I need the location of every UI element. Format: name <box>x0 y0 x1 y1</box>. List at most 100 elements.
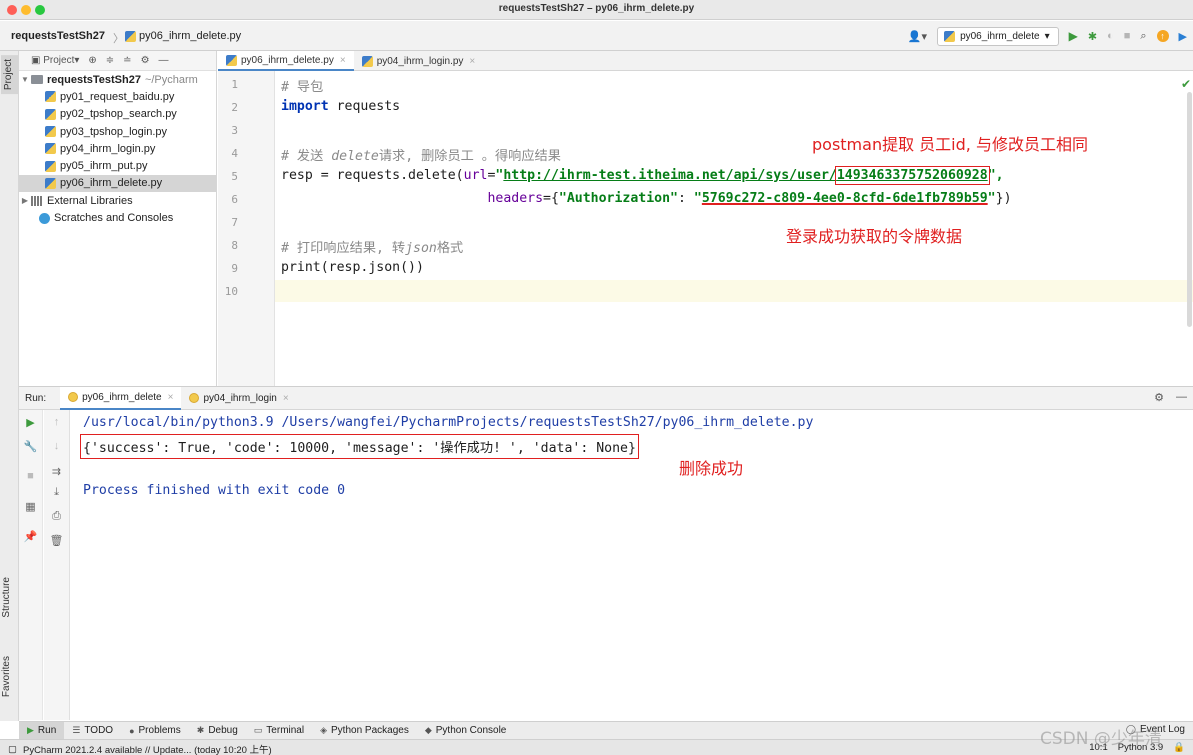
breadcrumb-file-label: py06_ihrm_delete.py <box>139 30 242 42</box>
locate-icon[interactable]: ⊕ <box>88 55 96 66</box>
python-file-icon <box>45 143 56 155</box>
chevron-down-icon[interactable]: ▼ <box>19 75 31 84</box>
collapse-all-icon[interactable]: ≐ <box>123 55 131 66</box>
watermark: CSDN @少年清 <box>1040 729 1162 749</box>
lock-icon[interactable]: 🔒 <box>1173 742 1185 753</box>
tree-root[interactable]: ▼ requestsTestSh27 ~/Pycharm <box>19 71 216 88</box>
debug-icon: ✱ <box>196 725 205 735</box>
status-panel-icon[interactable]: ▢ <box>8 744 17 755</box>
layout-icon[interactable]: ▦ <box>19 500 42 513</box>
favorites-tool-tab[interactable]: Favorites <box>1 656 12 697</box>
inspection-ok-icon[interactable]: ✔ <box>1181 77 1191 91</box>
code-line-2: import requests <box>281 99 401 114</box>
close-tab-icon[interactable]: × <box>168 392 174 403</box>
trash-icon[interactable]: 🗑 <box>44 534 69 547</box>
tab-todo[interactable]: ☰ TODO <box>64 722 121 739</box>
scroll-to-end-icon[interactable]: ⤓ <box>44 486 69 499</box>
external-libraries-label: External Libraries <box>47 194 133 207</box>
breadcrumb-project[interactable]: requestsTestSh27 <box>11 30 105 42</box>
code-line-9: print(resp.json()) <box>281 260 424 275</box>
code-editor[interactable] <box>276 71 1193 386</box>
soft-wrap-icon[interactable]: ⇉ <box>44 465 69 478</box>
employee-id-highlight: 1493463375752060928 <box>834 166 990 185</box>
line-number-gutter: 1 2 3 4 5 6 7 8 9 10 <box>218 71 275 386</box>
run-panel-label: Run: <box>25 392 47 404</box>
code-line-1: # 导包 <box>281 80 324 95</box>
arrow-down-icon[interactable]: ↓ <box>44 440 69 452</box>
chevron-right-icon[interactable]: ▶ <box>19 196 31 205</box>
scratches-icon <box>39 212 50 224</box>
tab-terminal[interactable]: ▭ Terminal <box>246 722 312 739</box>
python-run-icon <box>68 392 79 402</box>
delete-success-annotation: 删除成功 <box>679 459 744 478</box>
tree-file-py04[interactable]: py04_ihrm_login.py <box>19 140 216 157</box>
search-icon[interactable]: ⌕ <box>1140 30 1146 43</box>
project-view-select[interactable]: ▣ Project▾ <box>31 55 79 66</box>
tab-python-packages[interactable]: ◈ Python Packages <box>312 722 417 739</box>
run-tab-py04-ihrm-login[interactable]: py04_ihrm_login × <box>181 387 296 410</box>
tree-file-py05[interactable]: py05_ihrm_put.py <box>19 157 216 174</box>
gear-icon[interactable]: ⚙ <box>141 55 150 66</box>
update-message[interactable]: PyCharm 2021.2.4 available // Update... … <box>23 742 272 755</box>
gear-icon[interactable]: ⚙ <box>1154 391 1164 404</box>
status-left: ▢ PyCharm 2021.2.4 available // Update..… <box>8 742 272 755</box>
line-number: 1 <box>231 78 238 91</box>
code-line-8: # 打印响应结果, 转json格式 <box>281 241 464 256</box>
run-tab-py06-ihrm-delete[interactable]: py06_ihrm_delete × <box>60 386 182 410</box>
tree-file-py06[interactable]: py06_ihrm_delete.py <box>19 174 216 193</box>
tab-python-console[interactable]: ◆ Python Console <box>417 722 515 739</box>
line-number: 7 <box>231 216 238 229</box>
python-console-icon: ◆ <box>424 725 432 735</box>
window-titlebar: requestsTestSh27 – py06_ihrm_delete.py <box>0 0 1193 20</box>
tree-file-py02[interactable]: py02_tpshop_search.py <box>19 106 216 123</box>
stop-icon[interactable]: ■ <box>1124 30 1131 42</box>
python-file-icon <box>361 55 373 67</box>
pin-icon[interactable]: 📌 <box>19 530 42 543</box>
run-icon[interactable]: ▶ <box>1069 29 1078 43</box>
close-tab-icon[interactable]: × <box>340 55 346 66</box>
tree-file-py03[interactable]: py03_tpshop_login.py <box>19 123 216 140</box>
print-icon[interactable]: ⎙ <box>44 510 69 523</box>
debug-icon[interactable]: ✱ <box>1088 30 1097 43</box>
line-number: 5 <box>231 170 238 183</box>
run-configuration-select[interactable]: py06_ihrm_delete ▾ <box>937 26 1059 46</box>
account-icon[interactable]: 👤▾ <box>908 30 927 43</box>
arrow-up-icon[interactable]: ↑ <box>44 416 69 428</box>
hide-panel-icon[interactable]: — <box>1176 391 1187 404</box>
python-run-icon <box>189 393 200 403</box>
terminal-icon: ▭ <box>253 725 263 735</box>
tab-problems[interactable]: ● Problems <box>121 722 189 739</box>
coverage-icon[interactable]: ◐ <box>1107 30 1114 42</box>
tab-run[interactable]: ▶ Run <box>19 722 65 739</box>
tree-file-label: py01_request_baidu.py <box>60 90 175 103</box>
close-tab-icon[interactable]: × <box>469 56 475 67</box>
rerun-icon[interactable]: ▶ <box>19 416 42 429</box>
code-with-me-icon[interactable]: ▶ <box>1179 30 1187 43</box>
structure-tool-tab[interactable]: Structure <box>1 577 12 618</box>
hide-panel-icon[interactable]: — <box>159 55 169 66</box>
tab-debug[interactable]: ✱ Debug <box>189 722 246 739</box>
tree-scratches[interactable]: Scratches and Consoles <box>19 209 216 226</box>
run-configuration-label: py06_ihrm_delete <box>960 30 1040 42</box>
wrench-icon[interactable]: 🔧 <box>19 440 42 453</box>
chevron-down-icon: ▾ <box>1044 30 1050 42</box>
stop-icon[interactable]: ■ <box>19 470 42 482</box>
tree-external-libraries[interactable]: ▶ External Libraries <box>19 192 216 209</box>
tree-file-label: py05_ihrm_put.py <box>60 160 148 173</box>
tab-py04-ihrm-login[interactable]: py04_ihrm_login.py × <box>354 51 484 71</box>
problems-icon: ● <box>129 725 135 736</box>
breadcrumb-file[interactable]: py06_ihrm_delete.py <box>125 30 241 42</box>
close-tab-icon[interactable]: × <box>283 393 289 404</box>
tab-py06-ihrm-delete[interactable]: py06_ihrm_delete.py × <box>218 51 354 71</box>
toolbar-right: 👤▾ py06_ihrm_delete ▾ ▶ ✱ ◐ ■ ⌕ ↑ ▶ <box>908 26 1187 46</box>
tree-file-label: py02_tpshop_search.py <box>60 108 177 121</box>
folder-icon <box>31 75 43 85</box>
update-icon[interactable]: ↑ <box>1156 30 1169 42</box>
line-number: 3 <box>231 124 238 137</box>
project-tool-tab[interactable]: Project <box>1 55 18 95</box>
expand-all-icon[interactable]: ≑ <box>106 55 114 66</box>
editor-scrollbar[interactable] <box>1187 92 1192 327</box>
tree-file-py01[interactable]: py01_request_baidu.py <box>19 88 216 105</box>
line-number: 9 <box>231 262 238 275</box>
run-console[interactable] <box>71 410 1193 720</box>
